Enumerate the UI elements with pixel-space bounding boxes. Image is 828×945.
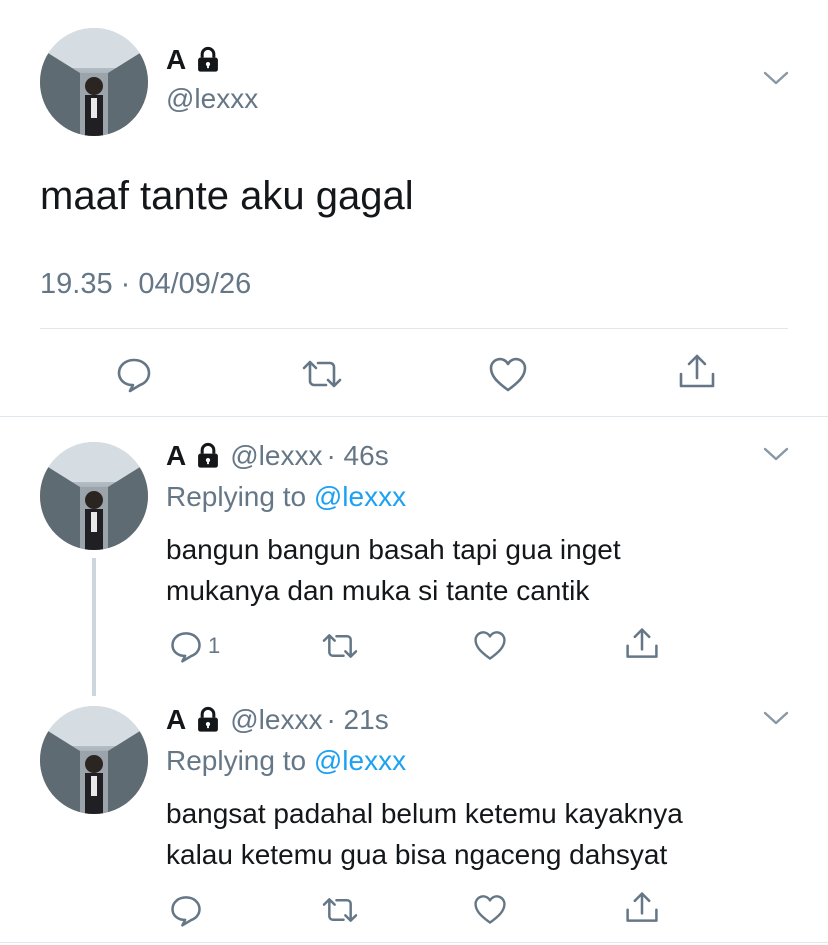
display-name[interactable]: A bbox=[166, 44, 186, 76]
divider bbox=[0, 416, 828, 417]
reply-icon bbox=[168, 892, 204, 928]
reply-button[interactable] bbox=[168, 892, 208, 928]
chevron-down-icon[interactable] bbox=[762, 68, 790, 88]
like-icon[interactable] bbox=[472, 892, 508, 926]
lock-icon bbox=[194, 706, 222, 734]
like-icon[interactable] bbox=[472, 628, 508, 662]
like-icon[interactable] bbox=[487, 354, 529, 394]
chevron-down-icon[interactable] bbox=[762, 444, 790, 464]
replying-to-label: Replying to bbox=[166, 745, 307, 776]
handle[interactable]: @lexxx bbox=[166, 82, 258, 116]
share-icon[interactable] bbox=[624, 626, 660, 662]
lock-icon bbox=[194, 442, 222, 470]
tweet-timestamp: 19.35 · 04/09/26 bbox=[40, 268, 252, 300]
divider bbox=[0, 942, 828, 943]
reply-icon bbox=[168, 628, 204, 664]
retweet-icon[interactable] bbox=[320, 630, 360, 662]
tweet-age: · 46s bbox=[326, 440, 389, 471]
chevron-down-icon[interactable] bbox=[762, 708, 790, 728]
reply-text-line: bangun bangun basah tapi gua inget bbox=[166, 534, 621, 565]
share-icon[interactable] bbox=[624, 890, 660, 926]
display-name[interactable]: A bbox=[166, 440, 186, 472]
avatar[interactable] bbox=[40, 442, 148, 550]
retweet-icon[interactable] bbox=[300, 356, 344, 392]
reply-icon[interactable] bbox=[114, 354, 154, 394]
retweet-icon[interactable] bbox=[320, 894, 360, 926]
reply-text-line: mukanya dan muka si tante cantik bbox=[166, 575, 590, 606]
tweet-age: · 21s bbox=[326, 704, 389, 735]
share-icon[interactable] bbox=[677, 352, 717, 392]
reply-text: bangun bangun basah tapi gua inget mukan… bbox=[166, 529, 621, 611]
replying-to-label: Replying to bbox=[166, 481, 307, 512]
reply-count: 1 bbox=[208, 633, 221, 658]
avatar[interactable] bbox=[40, 706, 148, 814]
replying-to-link[interactable]: @lexxx bbox=[314, 481, 406, 512]
reply-text-line: bangsat padahal belum ketemu kayaknya bbox=[166, 798, 683, 829]
handle[interactable]: @lexxx bbox=[230, 440, 322, 472]
display-name[interactable]: A bbox=[166, 704, 186, 736]
reply-text: bangsat padahal belum ketemu kayaknya ka… bbox=[166, 793, 683, 875]
tweet-text: maaf tante aku gagal bbox=[40, 174, 414, 218]
lock-icon bbox=[194, 46, 222, 74]
handle[interactable]: @lexxx bbox=[230, 704, 322, 736]
reply-text-line: kalau ketemu gua bisa ngaceng dahsyat bbox=[166, 839, 668, 870]
thread-line bbox=[92, 558, 96, 696]
replying-to-link[interactable]: @lexxx bbox=[314, 745, 406, 776]
reply-button[interactable]: 1 bbox=[168, 628, 220, 664]
avatar[interactable] bbox=[40, 28, 148, 136]
divider bbox=[40, 328, 788, 329]
